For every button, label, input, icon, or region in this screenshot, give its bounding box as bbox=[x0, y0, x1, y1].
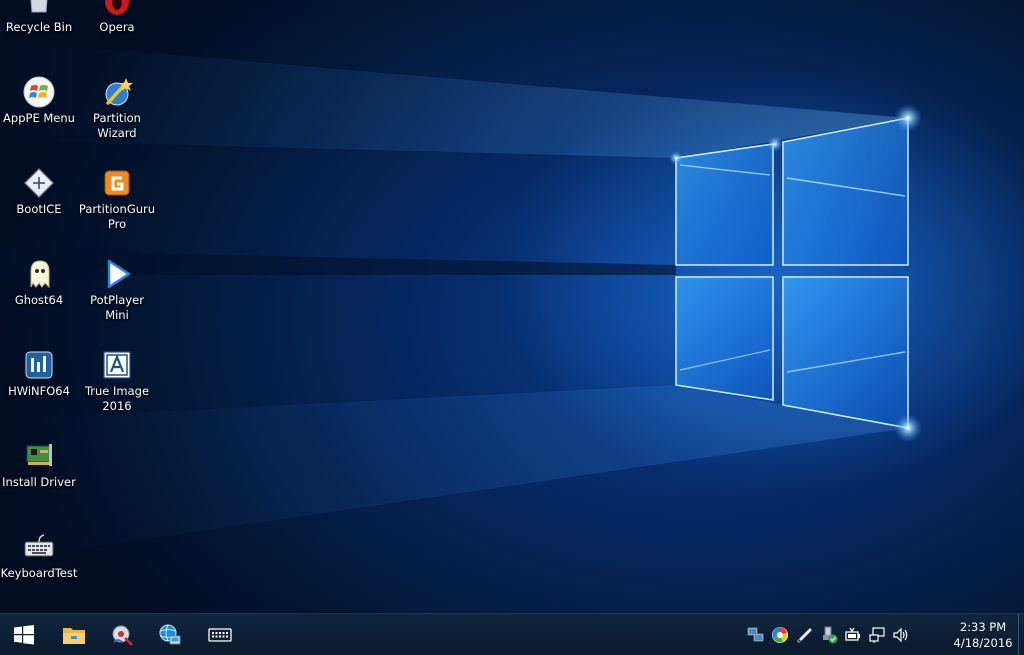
partitionguru-icon bbox=[104, 170, 130, 196]
desktop[interactable]: Recycle Bin AppPE Menu BootICE Ghost64 H… bbox=[0, 0, 1024, 655]
desktop-icon-ghost64[interactable]: Ghost64 bbox=[0, 257, 78, 308]
desktop-icon-install-driver[interactable]: Install Driver bbox=[0, 439, 78, 490]
disk-tool-icon bbox=[112, 625, 133, 646]
desktop-icon-label: BootICE bbox=[16, 202, 62, 216]
ghost-icon bbox=[30, 260, 50, 289]
volume-icon bbox=[893, 627, 908, 643]
keyboard-icon bbox=[208, 628, 232, 642]
clock-time: 2:33 PM bbox=[959, 620, 1007, 634]
desktop-icon-label: Partition Wizard bbox=[93, 111, 141, 140]
expansion-card-icon bbox=[26, 444, 52, 466]
network-icon bbox=[869, 627, 885, 643]
show-desktop-button[interactable] bbox=[1018, 614, 1024, 655]
desktop-icon-partition-wizard[interactable]: Partition Wizard bbox=[78, 75, 156, 141]
desktop-icon-label: AppPE Menu bbox=[3, 111, 75, 125]
desktop-icon-label: HWiNFO64 bbox=[8, 384, 70, 398]
acronis-icon bbox=[103, 351, 131, 379]
battery-icon bbox=[845, 627, 860, 641]
keyboard-icon bbox=[24, 534, 54, 557]
desktop-icon-recycle-bin[interactable]: Recycle Bin bbox=[0, 0, 78, 35]
desktop-icon-keyboardtest[interactable]: KeyboardTest bbox=[0, 530, 78, 581]
desktop-icon-label: Recycle Bin bbox=[5, 20, 73, 34]
windows-flag-icon bbox=[23, 76, 55, 108]
desktop-icon-label: PotPlayer Mini bbox=[90, 293, 144, 322]
opera-icon bbox=[105, 0, 129, 15]
desktop-icon-hwinfo64[interactable]: HWiNFO64 bbox=[0, 348, 78, 399]
tray-color-wheel[interactable] bbox=[770, 625, 790, 645]
desktop-icon-partitionguru-pro[interactable]: PartitionGuru Pro bbox=[78, 166, 156, 232]
desktop-icon-label: Opera bbox=[99, 20, 135, 34]
taskbar-file-explorer[interactable] bbox=[54, 618, 94, 652]
desktop-icon-opera[interactable]: Opera bbox=[78, 0, 156, 35]
tray-battery[interactable] bbox=[843, 625, 863, 645]
desktop-icon-apppe-menu[interactable]: AppPE Menu bbox=[0, 75, 78, 126]
usb-safe-remove-icon bbox=[823, 626, 838, 644]
file-explorer-icon bbox=[63, 628, 85, 644]
recycle-bin-icon bbox=[30, 0, 48, 13]
network-globe-icon bbox=[159, 624, 181, 645]
taskbar-disk-tool[interactable] bbox=[102, 618, 142, 652]
taskbar-clock[interactable]: 2:33 PM 4/18/2016 bbox=[948, 619, 1018, 651]
desktop-icon-potplayer-mini[interactable]: PotPlayer Mini bbox=[78, 257, 156, 323]
tray-network-computers[interactable] bbox=[746, 625, 766, 645]
play-icon bbox=[107, 259, 131, 289]
desktop-icon-label: PartitionGuru Pro bbox=[78, 202, 156, 231]
taskbar: 2:33 PM 4/18/2016 bbox=[0, 613, 1024, 655]
hwinfo-icon bbox=[25, 351, 53, 379]
windows-logo-icon bbox=[14, 625, 34, 645]
tray-volume[interactable] bbox=[891, 625, 911, 645]
network-computers-icon bbox=[747, 627, 764, 642]
desktop-icon-label: KeyboardTest bbox=[0, 566, 78, 580]
taskbar-on-screen-keyboard[interactable] bbox=[200, 618, 240, 652]
pen-icon bbox=[797, 628, 812, 643]
tray-pen[interactable] bbox=[795, 625, 815, 645]
desktop-icon-true-image-2016[interactable]: True Image 2016 bbox=[78, 348, 156, 414]
color-wheel-icon bbox=[772, 627, 788, 643]
desktop-icon-label: Ghost64 bbox=[14, 293, 64, 307]
tray-usb-safe-remove[interactable] bbox=[819, 625, 839, 645]
desktop-icon-label: True Image 2016 bbox=[84, 384, 150, 413]
desktop-icon-bootice[interactable]: BootICE bbox=[0, 166, 78, 217]
tray-network[interactable] bbox=[867, 625, 887, 645]
bootice-icon bbox=[24, 168, 54, 198]
start-button[interactable] bbox=[4, 618, 44, 652]
clock-date: 4/18/2016 bbox=[953, 636, 1013, 650]
taskbar-network-globe[interactable] bbox=[150, 618, 190, 652]
desktop-icon-label: Install Driver bbox=[2, 475, 76, 489]
magic-wand-icon bbox=[105, 78, 133, 106]
